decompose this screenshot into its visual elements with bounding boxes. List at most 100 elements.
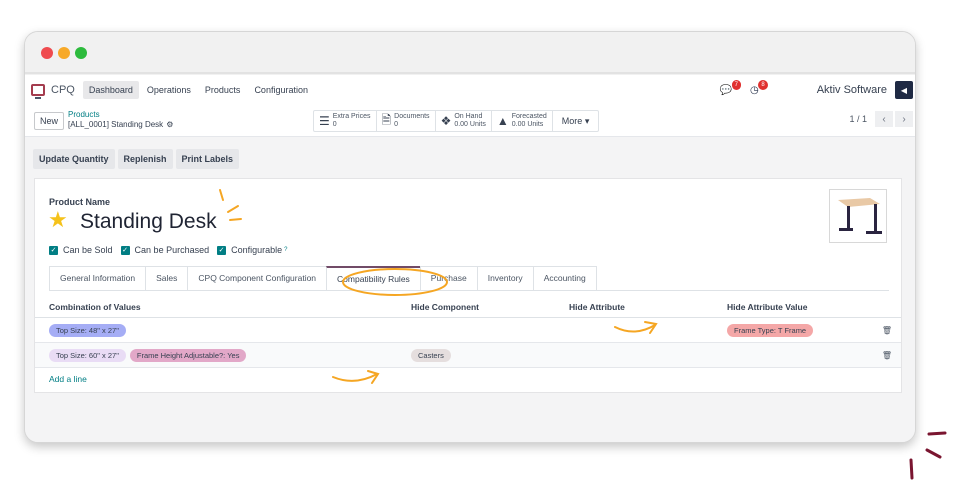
tab-general-information[interactable]: General Information	[49, 266, 147, 290]
table-row[interactable]: Top Size: 48" x 27" Frame Type: T Frame …	[35, 318, 901, 343]
extra-prices-value: 0	[332, 121, 337, 128]
column-combination[interactable]: Combination of Values	[35, 302, 397, 312]
menu-configuration[interactable]: Configuration	[248, 81, 314, 99]
table-header: Combination of Values Hide Component Hid…	[35, 296, 901, 318]
company-name[interactable]: Aktiv Software	[817, 84, 887, 96]
breadcrumb-products[interactable]: Products	[68, 110, 173, 120]
delete-row-button[interactable]: 🗑	[873, 351, 901, 360]
forecasted-button[interactable]: ▲ Forecasted 0.00 Units	[492, 111, 553, 131]
product-form-sheet: Product Name ★ Standing Desk ✓ Can be Sol…	[34, 178, 902, 393]
chevron-left-icon: ‹	[882, 113, 886, 125]
gear-icon[interactable]: ⚙	[166, 120, 173, 129]
component-tag: Casters	[411, 348, 451, 362]
combination-cell[interactable]: Top Size: 60" x 27" Frame Height Adjusta…	[35, 348, 397, 362]
value-tag: Top Size: 60" x 27"	[49, 348, 126, 362]
product-name-field[interactable]: Standing Desk	[80, 210, 217, 234]
pager-value[interactable]: 1 / 1	[849, 114, 867, 124]
forecasted-value: 0.00 Units	[511, 121, 544, 128]
list-icon: ☰	[319, 114, 330, 128]
extra-prices-title: Extra Prices	[332, 113, 371, 120]
trash-icon: 🗑	[881, 325, 893, 335]
forecasted-title: Forecasted	[511, 113, 547, 120]
breadcrumb: Products [ALL_0001] Standing Desk ⚙	[68, 110, 173, 130]
configurable-checkbox[interactable]: ✓ Configurable?	[217, 245, 288, 255]
tab-sales[interactable]: Sales	[145, 266, 189, 290]
maximize-window-button[interactable]	[75, 47, 87, 59]
document-icon: 🗎	[381, 112, 392, 127]
tab-accounting[interactable]: Accounting	[532, 266, 597, 290]
sparkle-stroke	[909, 458, 914, 480]
activities-badge: 8	[758, 79, 768, 90]
close-window-button[interactable]	[41, 47, 53, 59]
product-name-label: Product Name	[49, 197, 111, 207]
product-flags: ✓ Can be Sold ✓ Can be Purchased ✓ Configur…	[49, 245, 296, 255]
menu-operations[interactable]: Operations	[141, 81, 197, 99]
cubes-icon: ❖	[440, 114, 452, 128]
pager-previous-button[interactable]: ‹	[875, 111, 893, 127]
table-row[interactable]: Top Size: 60" x 27" Frame Height Adjusta…	[35, 343, 901, 368]
extra-prices-button[interactable]: ☰ Extra Prices 0	[314, 111, 377, 131]
tab-inventory[interactable]: Inventory	[476, 266, 534, 290]
compatibility-rules-table: Combination of Values Hide Component Hid…	[35, 296, 901, 390]
product-image[interactable]	[829, 189, 887, 243]
replenish-button[interactable]: Replenish	[117, 149, 173, 169]
tab-purchase[interactable]: Purchase	[419, 266, 478, 290]
print-labels-button[interactable]: Print Labels	[175, 149, 240, 169]
user-avatar[interactable]: ◀	[895, 81, 913, 99]
favorite-star-icon[interactable]: ★	[48, 207, 68, 233]
can-be-purchased-label: Can be Purchased	[134, 245, 210, 255]
top-navbar: CPQ Dashboard Operations Products Config…	[25, 75, 915, 105]
documents-value: 0	[394, 121, 399, 128]
window-titlebar	[25, 32, 915, 74]
area-chart-icon: ▲	[496, 114, 509, 128]
hide-component-cell[interactable]: Casters	[397, 348, 555, 362]
sparkle-stroke	[925, 448, 942, 459]
minimize-window-button[interactable]	[58, 47, 70, 59]
documents-button[interactable]: 🗎 Documents 0	[377, 111, 436, 131]
delete-row-button[interactable]: 🗑	[873, 326, 901, 335]
action-buttons: Update Quantity Replenish Print Labels	[33, 149, 242, 169]
caret-down-icon: ▾	[584, 115, 590, 126]
column-hide-component[interactable]: Hide Component	[397, 302, 555, 312]
new-button[interactable]: New	[34, 112, 65, 130]
menu-dashboard[interactable]: Dashboard	[82, 81, 139, 99]
more-label: More	[561, 115, 583, 126]
pager: 1 / 1 ‹ ›	[849, 111, 913, 127]
menu-products[interactable]: Products	[199, 81, 247, 99]
checkbox-checked-icon: ✓	[217, 245, 227, 255]
value-tag: Frame Height Adjustable?: Yes	[129, 348, 247, 362]
tab-compatibility-rules[interactable]: Compatibility Rules	[326, 266, 421, 290]
activities-button[interactable]: ◷ 8	[750, 79, 768, 96]
navbar-systray: 💬 7 ◷ 8 Aktiv Software ◀	[719, 79, 913, 99]
value-tag: Frame Type: T Frame	[727, 323, 814, 337]
app-window: CPQ Dashboard Operations Products Config…	[24, 31, 916, 443]
update-quantity-button[interactable]: Update Quantity	[33, 149, 115, 169]
odoo-app: CPQ Dashboard Operations Products Config…	[25, 75, 915, 442]
hide-attribute-value-cell[interactable]: Frame Type: T Frame	[713, 323, 873, 337]
can-be-purchased-checkbox[interactable]: ✓ Can be Purchased	[120, 245, 210, 255]
control-panel: New Products [ALL_0001] Standing Desk ⚙ ☰…	[25, 105, 915, 137]
breadcrumb-current: [ALL_0001] Standing Desk	[68, 120, 164, 129]
configurable-label: Configurable	[231, 245, 283, 255]
can-be-sold-checkbox[interactable]: ✓ Can be Sold	[49, 245, 113, 255]
combination-cell[interactable]: Top Size: 48" x 27"	[35, 323, 397, 337]
tab-cpq-component-configuration[interactable]: CPQ Component Configuration	[187, 266, 328, 290]
cpq-app-icon[interactable]	[31, 84, 45, 99]
checkbox-checked-icon: ✓	[49, 245, 58, 255]
messages-button[interactable]: 💬 7	[719, 79, 741, 96]
help-tooltip-icon[interactable]: ?	[284, 247, 287, 253]
add-line-link[interactable]: Add a line	[35, 368, 901, 390]
pager-next-button[interactable]: ›	[895, 111, 913, 127]
column-hide-attribute[interactable]: Hide Attribute	[555, 302, 713, 312]
chat-icon: 💬	[719, 84, 732, 96]
exit-icon: ◀	[900, 85, 908, 95]
more-button[interactable]: More ▾	[553, 111, 599, 131]
sparkle-stroke	[927, 431, 947, 436]
chevron-right-icon: ›	[902, 113, 906, 125]
on-hand-button[interactable]: ❖ On Hand 0.00 Units	[436, 111, 492, 131]
app-name[interactable]: CPQ	[51, 84, 75, 96]
column-hide-attribute-value[interactable]: Hide Attribute Value	[713, 302, 873, 312]
standing-desk-image	[838, 198, 882, 234]
notebook-tabs: General Information Sales CPQ Component …	[49, 266, 889, 291]
value-tag: Top Size: 48" x 27"	[49, 323, 126, 337]
